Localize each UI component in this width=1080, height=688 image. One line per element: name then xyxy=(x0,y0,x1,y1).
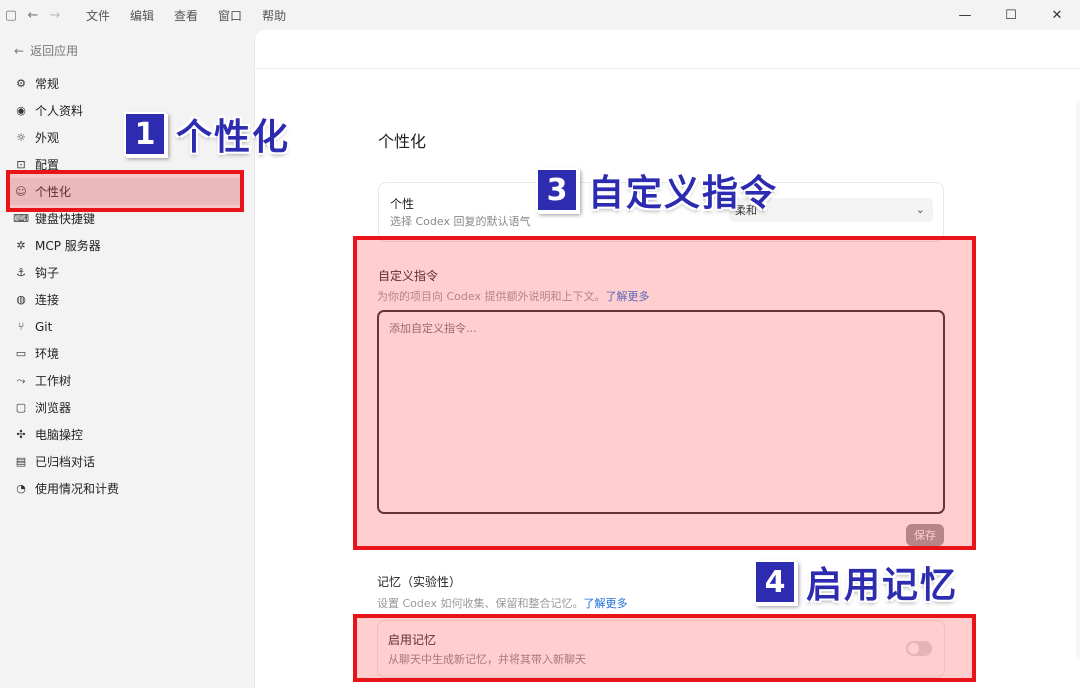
sidebar-item-label: 键盘快捷键 xyxy=(35,212,96,226)
highlight-enable-memory xyxy=(353,614,976,682)
page-title: 个性化 xyxy=(378,132,427,151)
personality-title: 个性 xyxy=(390,197,415,211)
menu-view[interactable]: 查看 xyxy=(164,7,208,24)
sidebar-item-label: 钩子 xyxy=(35,266,60,280)
sidebar-item-label: 已归档对话 xyxy=(35,455,96,469)
back-to-app-link[interactable]: ← 返回应用 xyxy=(14,42,78,59)
annotation-number: 3 xyxy=(536,168,578,212)
sidebar-item-label: 浏览器 xyxy=(35,401,72,415)
usage-icon: ◔ xyxy=(16,482,26,495)
sidebar-item-label: 外观 xyxy=(35,131,60,145)
sidebar-item-environments[interactable]: ▭ 环境 xyxy=(0,340,252,367)
divider xyxy=(255,68,1080,69)
annotation-number: 4 xyxy=(754,560,796,604)
menu-bar: 文件 编辑 查看 窗口 帮助 xyxy=(76,7,296,24)
scrollbar[interactable] xyxy=(1076,100,1080,660)
chevron-down-icon: ⌄ xyxy=(915,203,925,216)
archive-icon: ▤ xyxy=(15,455,27,468)
mcp-icon: ✲ xyxy=(16,239,26,252)
globe-icon: ◍ xyxy=(16,293,26,306)
sidebar-item-label: 环境 xyxy=(35,347,60,361)
sidebar-item-computer-control[interactable]: ✣ 电脑操控 xyxy=(0,421,252,448)
highlight-personalization xyxy=(6,170,244,212)
title-bar: ▢ ← → 文件 编辑 查看 窗口 帮助 — ☐ ✕ xyxy=(0,0,1080,30)
sidebar-item-archived-chats[interactable]: ▤ 已归档对话 xyxy=(0,448,252,475)
annotation-text: 自定义指令 xyxy=(588,173,779,214)
browser-icon: ▢ xyxy=(15,401,27,414)
sidebar-item-browser[interactable]: ▢ 浏览器 xyxy=(0,394,252,421)
back-arrow-icon[interactable]: ← xyxy=(22,4,44,26)
control-icon: ✣ xyxy=(16,428,26,441)
sidebar-item-label: 电脑操控 xyxy=(35,428,84,442)
memory-description: 设置 Codex 如何收集、保留和整合记忆。了解更多 xyxy=(377,595,627,611)
annotation-1: 1 个性化 xyxy=(124,108,290,160)
maximize-icon[interactable]: ☐ xyxy=(988,0,1034,30)
git-icon: ⑂ xyxy=(17,320,25,333)
sidebar-item-label: Git xyxy=(35,319,53,334)
annotation-text: 个性化 xyxy=(176,117,291,158)
sidebar-item-label: 连接 xyxy=(35,293,60,307)
personality-description: 选择 Codex 回复的默认语气 xyxy=(390,215,531,228)
menu-window[interactable]: 窗口 xyxy=(208,7,252,24)
keyboard-icon: ⌨ xyxy=(13,212,29,225)
annotation-number: 1 xyxy=(124,112,166,156)
sidebar-item-git[interactable]: ⑂ Git xyxy=(0,313,252,340)
close-icon[interactable]: ✕ xyxy=(1034,0,1080,30)
memory-learn-more-link[interactable]: 了解更多 xyxy=(583,597,627,610)
menu-edit[interactable]: 编辑 xyxy=(120,7,164,24)
tree-icon: ⤳ xyxy=(16,373,26,387)
sidebar-item-hooks[interactable]: ⚓ 钩子 xyxy=(0,259,252,286)
annotation-3: 3 自定义指令 xyxy=(536,164,778,216)
sun-icon: ☼ xyxy=(16,131,26,144)
sidebar-item-label: MCP 服务器 xyxy=(35,239,101,253)
back-arrow-icon: ← xyxy=(14,43,25,58)
sidebar-item-general[interactable]: ⚙ 常规 xyxy=(0,70,252,97)
monitor-icon: ▭ xyxy=(15,347,27,360)
window-controls: — ☐ ✕ xyxy=(942,0,1080,30)
memory-description-text: 设置 Codex 如何收集、保留和整合记忆。 xyxy=(377,597,584,610)
memory-title: 记忆（实验性） xyxy=(377,575,462,589)
annotation-text: 启用记忆 xyxy=(806,565,959,606)
highlight-custom-instructions xyxy=(353,236,976,550)
sidebar-toggle-icon[interactable]: ▢ xyxy=(0,4,22,26)
sidebar-item-mcp-servers[interactable]: ✲ MCP 服务器 xyxy=(0,232,252,259)
sidebar-item-label: 使用情况和计费 xyxy=(35,482,120,496)
sidebar-item-connections[interactable]: ◍ 连接 xyxy=(0,286,252,313)
anchor-icon: ⚓ xyxy=(16,266,26,279)
sidebar-item-worktrees[interactable]: ⤳ 工作树 xyxy=(0,367,252,394)
annotation-4: 4 启用记忆 xyxy=(754,556,958,608)
forward-arrow-icon[interactable]: → xyxy=(44,4,66,26)
back-label: 返回应用 xyxy=(30,44,79,58)
menu-help[interactable]: 帮助 xyxy=(252,7,296,24)
sidebar-item-usage-billing[interactable]: ◔ 使用情况和计费 xyxy=(0,475,252,502)
menu-file[interactable]: 文件 xyxy=(76,7,120,24)
sidebar-item-label: 常规 xyxy=(35,77,60,91)
user-icon: ◉ xyxy=(16,104,26,117)
sidebar-item-label: 工作树 xyxy=(35,374,72,388)
minimize-icon[interactable]: — xyxy=(942,0,988,30)
sidebar-item-label: 个人资料 xyxy=(35,104,84,118)
gear-icon: ⚙ xyxy=(16,77,26,90)
